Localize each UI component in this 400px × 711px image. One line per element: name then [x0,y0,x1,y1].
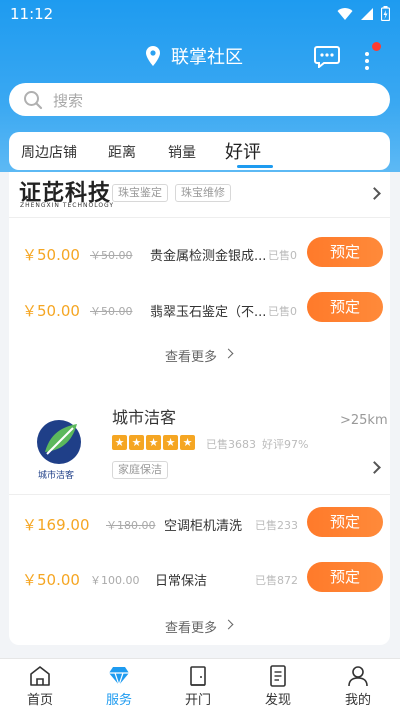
chevron-right-icon [223,348,234,359]
shop-logo [37,420,81,464]
service-original-price: ￥50.00 [90,249,133,262]
shop-sold-count: 已售3683 [206,438,256,451]
service-price: ￥50.00 [22,302,80,320]
star-icon: ★ [112,435,127,450]
person-icon [348,666,368,687]
divider [9,494,390,495]
search-bar[interactable]: 搜索 [9,83,390,116]
location-selector[interactable]: 联掌社区 [145,43,243,69]
shop-distance: >25km [340,413,388,428]
shop-tag: 珠宝鉴定 [112,184,168,202]
app-header: 11:12 联掌社区 搜索 周边店铺 距离 销量 好评 [0,0,400,172]
nav-home[interactable]: 首页 [0,659,80,711]
door-icon [190,666,206,686]
chevron-right-icon[interactable] [368,187,381,200]
nav-services[interactable]: 服务 [79,659,159,711]
diamond-icon [109,667,129,687]
message-button[interactable] [314,46,340,72]
star-icon: ★ [163,435,178,450]
shop-good-rate: 好评97% [262,438,309,451]
service-original-price: ￥180.00 [106,519,156,532]
book-button[interactable]: 预定 [307,292,383,322]
chat-icon [314,46,340,70]
see-more-link[interactable]: 查看更多 [165,346,217,365]
shop-list: 证芘科技 ZHENGXIN TECHNOLOGY 珠宝鉴定 珠宝维修 ￥50.0… [0,172,400,658]
active-tab-indicator [237,165,273,168]
nav-mine[interactable]: 我的 [318,659,398,711]
tab-distance[interactable]: 距离 [108,142,136,162]
service-sold: 已售0 [268,305,297,318]
star-icon: ★ [180,435,195,450]
book-button[interactable]: 预定 [307,237,383,267]
sort-tabs: 周边店铺 距离 销量 好评 [9,132,390,170]
shop-logo-text: 城市洁客 [38,471,75,481]
tab-nearby-shops[interactable]: 周边店铺 [21,142,77,162]
service-sold: 已售233 [255,519,298,532]
location-pin-icon [146,46,160,66]
book-button[interactable]: 预定 [307,507,383,537]
status-icons [337,6,390,21]
service-sold: 已售0 [268,249,297,262]
status-time: 11:12 [10,5,54,23]
chevron-right-icon[interactable] [368,461,381,474]
service-name: 日常保洁 [155,574,208,589]
community-title: 联掌社区 [171,47,243,68]
star-icon: ★ [146,435,161,450]
shop-card: 城市洁客 城市洁客 >25km ★ ★ ★ ★ ★ 已售3683 好评97% 家… [9,387,390,645]
chevron-right-icon [223,619,234,630]
wifi-icon [337,7,353,20]
shop-logo-subtext: ZHENGXIN TECHNOLOGY [20,202,115,209]
book-button[interactable]: 预定 [307,562,383,592]
home-icon [30,666,50,686]
tab-rating[interactable]: 好评 [225,138,261,164]
service-price: ￥50.00 [22,571,80,589]
signal-icon [361,7,373,20]
nav-label: 开门 [184,693,211,708]
service-original-price: ￥100.00 [90,574,140,587]
see-more-link[interactable]: 查看更多 [165,617,217,636]
shop-tag: 珠宝维修 [175,184,231,202]
nav-label: 发现 [264,693,291,708]
search-placeholder: 搜索 [53,92,84,110]
more-menu-button[interactable] [362,42,382,72]
divider [9,217,390,218]
service-price: ￥50.00 [22,246,80,264]
title-bar: 联掌社区 [0,38,400,78]
tab-sales[interactable]: 销量 [168,142,196,162]
service-name: 空调柜机清洗 [164,519,243,534]
service-price: ￥169.00 [22,516,90,534]
star-icon: ★ [129,435,144,450]
document-icon [270,665,286,687]
battery-icon [381,6,390,21]
rating-stars: ★ ★ ★ ★ ★ [112,435,195,450]
nav-label: 首页 [26,693,53,708]
more-vertical-icon [365,52,369,70]
search-icon [24,91,43,110]
bottom-nav: 首页 服务 开门 发现 我的 [0,658,400,711]
service-name: 翡翠玉石鉴定（不... [150,305,267,320]
service-sold: 已售872 [255,574,298,587]
notification-badge [372,42,381,51]
service-name: 贵金属检测金银成... [150,249,267,264]
status-bar: 11:12 [0,0,400,30]
nav-discover[interactable]: 发现 [238,659,318,711]
shop-name[interactable]: 城市洁客 [112,404,176,428]
nav-open-door[interactable]: 开门 [158,659,238,711]
shop-tag: 家庭保洁 [112,461,168,479]
nav-label: 服务 [105,693,132,708]
nav-label: 我的 [344,693,371,708]
service-original-price: ￥50.00 [90,305,133,318]
